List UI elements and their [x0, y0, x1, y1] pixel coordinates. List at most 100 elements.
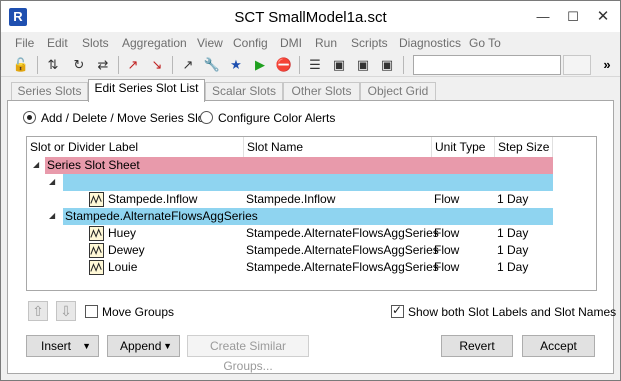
menu-file[interactable]: File — [15, 36, 34, 50]
slot-name: Stampede.AlternateFlowsAggSeries — [246, 260, 439, 274]
append-button[interactable]: Append ▼ — [107, 335, 180, 357]
fit-height-icon[interactable]: ▣ — [353, 55, 373, 75]
configure-color-alerts-radio[interactable] — [200, 111, 213, 124]
menu-diagnostics[interactable]: Diagnostics — [399, 36, 461, 50]
append-label: Append — [120, 339, 162, 353]
table-row[interactable]: ◢ Stampede.AlternateFlowsAggSeries — [27, 208, 596, 225]
add-delete-move-label: Add / Delete / Move Series Slot — [41, 111, 208, 125]
slot-label: Louie — [108, 260, 138, 274]
table-row[interactable]: Huey Stampede.AlternateFlowsAggSeries Fl… — [27, 225, 596, 242]
step-size: 1 Day — [497, 243, 529, 257]
table-row[interactable]: ◢ Series Slot Sheet — [27, 157, 596, 174]
table-row[interactable]: ◢ — [27, 174, 596, 191]
column-header-label[interactable]: Slot or Divider Label — [27, 137, 244, 157]
accept-button[interactable]: Accept — [522, 335, 595, 357]
menu-scripts[interactable]: Scripts — [351, 36, 388, 50]
tab-bar: Series Slots Edit Series Slot List Scala… — [1, 79, 620, 102]
toolbar-overflow-icon[interactable]: » — [599, 55, 615, 75]
stop-icon[interactable]: ⛔ — [274, 55, 294, 75]
tab-scalar-slots[interactable]: Scalar Slots — [205, 82, 283, 101]
slot-label: Dewey — [108, 243, 145, 257]
toolbar-separator — [37, 56, 38, 74]
slot-name: Stampede.AlternateFlowsAggSeries — [246, 226, 439, 240]
lock-icon[interactable]: 🔓 — [11, 55, 31, 75]
menu-slots[interactable]: Slots — [82, 36, 109, 50]
collapse-icon[interactable]: ◢ — [49, 211, 59, 221]
open-object-icon[interactable]: ↗ — [123, 55, 143, 75]
series-slot-icon — [89, 260, 104, 275]
toolbar-separator — [172, 56, 173, 74]
slot-name: Stampede.AlternateFlowsAggSeries — [246, 243, 439, 257]
unit-type: Flow — [434, 192, 460, 206]
show-both-checkbox[interactable] — [391, 303, 404, 318]
menu-view[interactable]: View — [197, 36, 223, 50]
slot-name: Stampede.Inflow — [246, 192, 336, 206]
search-option-field[interactable] — [563, 55, 591, 75]
fit-width-icon[interactable]: ▣ — [329, 55, 349, 75]
step-size: 1 Day — [497, 192, 529, 206]
wrench-icon[interactable]: 🔧 — [202, 55, 222, 75]
collapse-icon[interactable]: ◢ — [33, 160, 43, 170]
table-row[interactable]: Dewey Stampede.AlternateFlowsAggSeries F… — [27, 242, 596, 259]
unit-type: Flow — [434, 243, 460, 257]
unit-type: Flow — [434, 260, 460, 274]
maximize-icon[interactable]: ☐ — [558, 1, 588, 32]
close-icon[interactable]: ✕ — [588, 1, 618, 32]
series-slot-icon — [89, 192, 104, 207]
minimize-icon[interactable]: — — [528, 1, 558, 32]
menu-goto[interactable]: Go To — [469, 36, 501, 50]
insert-button[interactable]: Insert ▼ — [26, 335, 99, 357]
step-size: 1 Day — [497, 260, 529, 274]
tab-edit-series-slot-list[interactable]: Edit Series Slot List — [88, 79, 205, 102]
menu-run[interactable]: Run — [315, 36, 337, 50]
menu-aggregation[interactable]: Aggregation — [122, 36, 187, 50]
move-slot-icon[interactable]: ⇅ — [43, 55, 63, 75]
move-up-button[interactable]: ⇧ — [28, 301, 48, 321]
step-size: 1 Day — [497, 226, 529, 240]
menu-config[interactable]: Config — [233, 36, 268, 50]
revert-button[interactable]: Revert — [441, 335, 513, 357]
create-similar-groups-button[interactable]: Create Similar Groups... — [187, 335, 309, 373]
add-delete-move-radio[interactable] — [23, 111, 36, 124]
toolbar: 🔓 ⇅ ↻ ⇄ ↗ ↘ ↗ 🔧 ★ ▶ ⛔ ☰ ▣ ▣ ▣ » — [1, 53, 620, 77]
unit-type: Flow — [434, 226, 460, 240]
toolbar-separator — [403, 56, 404, 74]
fit-all-icon[interactable]: ▣ — [377, 55, 397, 75]
collapse-icon[interactable]: ◢ — [49, 177, 59, 187]
move-groups-label: Move Groups — [102, 305, 175, 319]
series-slot-tree-grid[interactable]: Slot or Divider Label Slot Name Unit Typ… — [26, 136, 597, 291]
menu-dmi[interactable]: DMI — [280, 36, 302, 50]
move-groups-checkbox[interactable] — [85, 305, 98, 318]
column-header-unit-type[interactable]: Unit Type — [432, 137, 495, 157]
move-down-button[interactable]: ⇩ — [56, 301, 76, 321]
column-header-slot-name[interactable]: Slot Name — [244, 137, 432, 157]
tab-object-grid[interactable]: Object Grid — [360, 82, 436, 101]
title-bar: R SCT SmallModel1a.sct — ☐ ✕ — [1, 1, 620, 32]
columns-icon[interactable]: ☰ — [305, 55, 325, 75]
tab-series-slots[interactable]: Series Slots — [11, 82, 88, 101]
configure-color-alerts-label: Configure Color Alerts — [218, 111, 336, 125]
dropdown-arrow-icon: ▼ — [82, 341, 91, 351]
menu-bar: File Edit Slots Aggregation View Config … — [1, 33, 620, 53]
table-row[interactable]: Stampede.Inflow Stampede.Inflow Flow 1 D… — [27, 191, 596, 208]
column-header-step-size[interactable]: Step Size — [495, 137, 553, 157]
divider-label: Stampede.AlternateFlowsAggSeries — [63, 208, 553, 225]
search-input[interactable] — [413, 55, 561, 75]
show-both-label: Show both Slot Labels and Slot Names — [408, 305, 617, 319]
close-object-icon[interactable]: ↘ — [147, 55, 167, 75]
swap-icon[interactable]: ⇄ — [93, 55, 113, 75]
sheet-label: Series Slot Sheet — [45, 157, 553, 174]
divider-label — [63, 174, 553, 191]
series-slot-icon — [89, 226, 104, 241]
plot-icon[interactable]: ↗ — [178, 55, 198, 75]
toolbar-separator — [118, 56, 119, 74]
insert-label: Insert — [41, 339, 72, 353]
tab-other-slots[interactable]: Other Slots — [283, 82, 360, 101]
play-icon[interactable]: ▶ — [250, 55, 270, 75]
refresh-icon[interactable]: ↻ — [69, 55, 89, 75]
run-person-icon[interactable]: ★ — [226, 55, 246, 75]
app-window: R SCT SmallModel1a.sct — ☐ ✕ File Edit S… — [0, 0, 621, 381]
table-row[interactable]: Louie Stampede.AlternateFlowsAggSeries F… — [27, 259, 596, 276]
slot-label: Huey — [108, 226, 137, 240]
menu-edit[interactable]: Edit — [47, 36, 68, 50]
